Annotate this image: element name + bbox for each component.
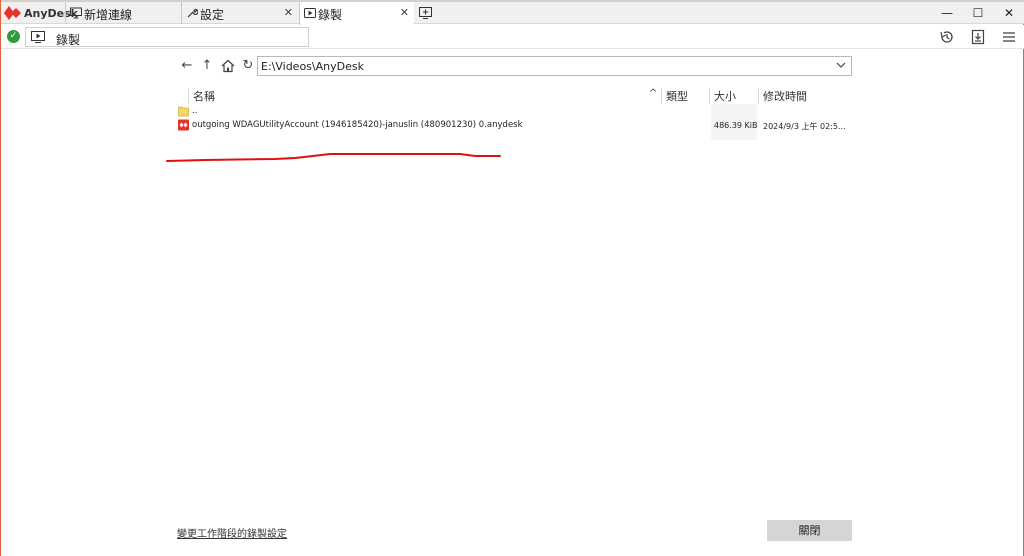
file-name: .. bbox=[192, 106, 198, 116]
home-icon[interactable] bbox=[220, 58, 236, 74]
recording-icon bbox=[31, 31, 45, 43]
column-header-name[interactable]: 名稱 bbox=[193, 88, 215, 104]
chevron-down-icon[interactable] bbox=[835, 59, 847, 71]
column-divider bbox=[661, 88, 662, 104]
anydesk-logo-icon bbox=[4, 6, 21, 20]
file-name: outgoing WDAGUtilityAccount (1946185420)… bbox=[192, 120, 523, 130]
column-header-modified[interactable]: 修改時間 bbox=[763, 88, 807, 104]
red-underline-annotation bbox=[166, 153, 501, 162]
close-window-button[interactable]: ✕ bbox=[999, 4, 1019, 22]
close-button[interactable]: 關閉 bbox=[767, 520, 852, 541]
refresh-icon[interactable]: ↻ bbox=[240, 58, 256, 74]
tab-close-icon[interactable]: ✕ bbox=[400, 6, 409, 19]
tab-label: 設定 bbox=[200, 8, 225, 22]
tab-recording[interactable]: 錄製 ✕ bbox=[299, 2, 414, 25]
address-bar: ✓ 錄製 bbox=[1, 25, 1024, 49]
sort-ascending-icon: ^ bbox=[649, 88, 658, 99]
file-size: 486.39 KiB bbox=[714, 121, 758, 130]
maximize-button[interactable]: ☐ bbox=[968, 4, 988, 22]
check-circle-icon: ✓ bbox=[7, 30, 20, 43]
anydesk-file-icon bbox=[178, 119, 189, 131]
new-tab-icon[interactable] bbox=[419, 7, 432, 19]
folder-icon bbox=[178, 106, 189, 117]
path-input[interactable]: E:\Videos\AnyDesk bbox=[257, 56, 852, 76]
menu-icon[interactable] bbox=[1000, 28, 1018, 46]
column-header-type[interactable]: 類型 bbox=[666, 88, 688, 104]
title-bar: AnyDesk 新增連線 設定 ✕ 錄製 ✕ — ☐ ✕ bbox=[1, 2, 1024, 25]
tab-close-icon[interactable]: ✕ bbox=[284, 6, 293, 19]
up-arrow-icon[interactable]: ↑ bbox=[199, 58, 215, 74]
wrench-icon bbox=[187, 8, 198, 18]
column-divider bbox=[709, 88, 710, 104]
recording-settings-link[interactable]: 變更工作階段的錄製設定 bbox=[177, 525, 287, 540]
file-modified: 2024/9/3 上午 02:5... bbox=[763, 122, 846, 131]
anydesk-window: AnyDesk 新增連線 設定 ✕ 錄製 ✕ — ☐ ✕ ✓ 錄製 ← ↑ ↻ … bbox=[0, 0, 1024, 556]
table-row[interactable]: outgoing WDAGUtilityAccount (1946185420)… bbox=[176, 118, 846, 134]
back-arrow-icon[interactable]: ← bbox=[179, 58, 195, 74]
play-icon bbox=[304, 8, 316, 18]
address-input[interactable]: 錄製 bbox=[25, 27, 309, 47]
path-value: E:\Videos\AnyDesk bbox=[261, 60, 364, 73]
download-icon[interactable] bbox=[969, 28, 987, 46]
history-icon[interactable] bbox=[938, 28, 956, 46]
column-divider bbox=[758, 88, 759, 104]
column-divider bbox=[188, 88, 189, 104]
monitor-icon bbox=[70, 7, 82, 19]
tab-settings[interactable]: 設定 ✕ bbox=[181, 2, 298, 24]
tab-new-connection[interactable]: 新增連線 bbox=[65, 2, 177, 24]
address-value: 錄製 bbox=[56, 33, 81, 47]
tab-label: 錄製 bbox=[318, 8, 343, 22]
tab-label: 新增連線 bbox=[84, 8, 133, 22]
column-header-size[interactable]: 大小 bbox=[714, 88, 736, 104]
minimize-button[interactable]: — bbox=[937, 4, 957, 22]
